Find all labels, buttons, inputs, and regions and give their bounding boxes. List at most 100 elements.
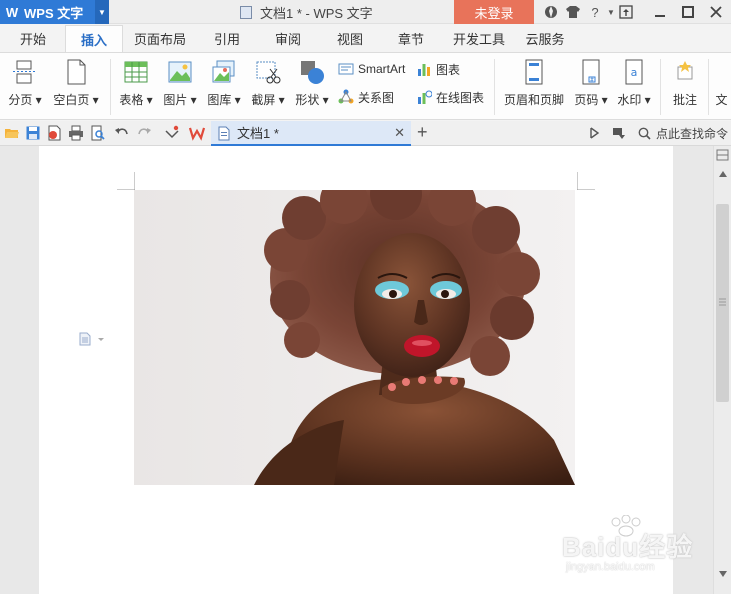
- tab-chapter[interactable]: 章节: [389, 25, 433, 52]
- online-chart-button[interactable]: 在线图表: [416, 87, 484, 107]
- watermark-label: 水印: [617, 93, 642, 107]
- margin-corner-top-left: [117, 172, 135, 190]
- shape-label: 形状: [295, 93, 320, 107]
- smartart-label: SmartArt: [358, 62, 406, 76]
- maximize-icon[interactable]: [673, 0, 703, 24]
- text-box-button[interactable]: 文: [712, 57, 731, 117]
- screenshot-button[interactable]: 截屏 ▾: [249, 57, 287, 117]
- watermark-main-text: Baidu经验: [562, 532, 694, 562]
- page-number-label: 页码: [574, 93, 599, 107]
- app-menu-button[interactable]: W WPS 文字 ▼: [0, 0, 109, 24]
- scroll-up-icon[interactable]: [718, 170, 728, 178]
- tab-insert[interactable]: 插入: [65, 25, 123, 52]
- app-name: WPS 文字: [24, 5, 84, 21]
- document-tab-name: 文档1 *: [237, 126, 279, 141]
- blank-page-button[interactable]: 空白页 ▾: [50, 57, 102, 117]
- document-tab[interactable]: 文档1 * ✕: [211, 121, 411, 146]
- portrait-photo-image: [134, 190, 575, 485]
- document-icon: [218, 126, 230, 141]
- comment-icon: [677, 61, 693, 80]
- table-button[interactable]: 表格 ▾: [117, 57, 155, 117]
- picture-label: 图片: [163, 93, 188, 107]
- new-tab-icon[interactable]: +: [417, 122, 428, 143]
- shape-icon: [301, 61, 324, 84]
- split-view-icon[interactable]: [716, 149, 729, 161]
- tab-home[interactable]: 开始: [8, 25, 58, 52]
- skin-icon[interactable]: [540, 0, 562, 24]
- command-search[interactable]: 点此查找命令: [638, 121, 728, 146]
- page-break-button[interactable]: 分页 ▾: [6, 57, 44, 117]
- gallery-label: 图库: [207, 93, 232, 107]
- ribbon: 分页 ▾ 空白页 ▾ 表格 ▾ 图片 ▾ 图库 ▾ 截屏 ▾ 形状 ▾ Smar…: [0, 52, 731, 120]
- scissors-icon: [256, 61, 281, 84]
- watermark-button[interactable]: a 水印 ▾: [614, 57, 654, 117]
- chart-label: 图表: [436, 62, 461, 77]
- grip-icon: [719, 298, 726, 306]
- page-number-icon: #: [582, 59, 600, 85]
- header-footer-label: 页眉和页脚: [503, 93, 564, 107]
- title-bar: W WPS 文字 ▼ 文档1 * - WPS 文字 未登录 ? ▼: [0, 0, 731, 24]
- tab-developer[interactable]: 开发工具: [448, 25, 510, 52]
- command-search-label: 点此查找命令: [656, 127, 729, 141]
- tab-references[interactable]: 引用: [205, 25, 249, 52]
- svg-text:a: a: [631, 66, 638, 79]
- ribbon-separator: [110, 59, 111, 115]
- comment-button[interactable]: 批注: [666, 57, 704, 117]
- relation-diagram-icon: [338, 89, 354, 104]
- window-title: 文档1 * - WPS 文字: [240, 0, 373, 24]
- relation-diagram-button[interactable]: 关系图: [338, 87, 394, 107]
- header-footer-button[interactable]: 页眉和页脚: [500, 57, 568, 117]
- scrollbar-thumb[interactable]: [716, 204, 729, 402]
- shape-button[interactable]: 形状 ▾: [293, 57, 331, 117]
- tab-review[interactable]: 审阅: [266, 25, 310, 52]
- collapse-icon[interactable]: [588, 126, 602, 140]
- undo-icon[interactable]: [114, 125, 130, 141]
- chart-button[interactable]: 图表: [416, 59, 460, 79]
- redo-icon[interactable]: [136, 125, 152, 141]
- print-preview-icon[interactable]: [90, 125, 106, 141]
- tab-view[interactable]: 视图: [328, 25, 372, 52]
- close-tab-icon[interactable]: ✕: [394, 125, 405, 141]
- gallery-button[interactable]: 图库 ▾: [205, 57, 243, 117]
- close-icon[interactable]: [701, 0, 731, 24]
- svg-text:#: #: [590, 78, 594, 84]
- wps-brand-icon[interactable]: [189, 125, 205, 141]
- help-icon[interactable]: ?: [584, 0, 606, 24]
- ribbon-separator: [708, 59, 709, 115]
- chevron-down-icon[interactable]: ▼: [95, 0, 109, 24]
- export-pdf-icon[interactable]: [46, 125, 62, 141]
- login-button[interactable]: 未登录: [454, 0, 534, 24]
- screenshot-label: 截屏: [251, 93, 276, 107]
- page-number-button[interactable]: # 页码 ▾: [571, 57, 611, 117]
- open-folder-icon[interactable]: [4, 125, 20, 141]
- text-box-label: 文: [715, 93, 728, 107]
- smartart-button[interactable]: SmartArt: [338, 59, 405, 79]
- tab-page-layout[interactable]: 页面布局: [129, 25, 191, 52]
- picture-button[interactable]: 图片 ▾: [161, 57, 199, 117]
- upload-icon[interactable]: [611, 0, 641, 24]
- minimize-icon[interactable]: [645, 0, 675, 24]
- picture-icon: [168, 61, 192, 83]
- format-dropdown-icon[interactable]: [164, 125, 180, 141]
- inserted-photo[interactable]: [134, 190, 575, 485]
- comment-label: 批注: [672, 93, 697, 107]
- window-title-text: 文档1 * - WPS 文字: [260, 5, 373, 21]
- settings-dropdown-icon[interactable]: [612, 126, 626, 140]
- page-break-icon: [13, 60, 37, 84]
- margin-corner-top-right: [577, 172, 595, 190]
- page-break-label: 分页: [8, 93, 33, 107]
- tab-cloud-service[interactable]: 云服务: [520, 25, 570, 52]
- online-chart-icon: [418, 90, 432, 104]
- header-footer-icon: [525, 59, 543, 85]
- wps-logo-icon: W: [5, 4, 19, 20]
- smartart-icon: [338, 63, 354, 75]
- print-icon[interactable]: [68, 125, 84, 141]
- table-label: 表格: [119, 93, 144, 107]
- ribbon-separator: [660, 59, 661, 115]
- shirt-icon[interactable]: [562, 0, 584, 24]
- save-icon[interactable]: [25, 125, 41, 141]
- paragraph-layout-icon[interactable]: [79, 332, 109, 346]
- online-chart-label: 在线图表: [436, 90, 485, 105]
- ribbon-separator: [494, 59, 495, 115]
- menu-tabs: 开始 插入 页面布局 引用 审阅 视图 章节 开发工具 云服务: [0, 25, 731, 52]
